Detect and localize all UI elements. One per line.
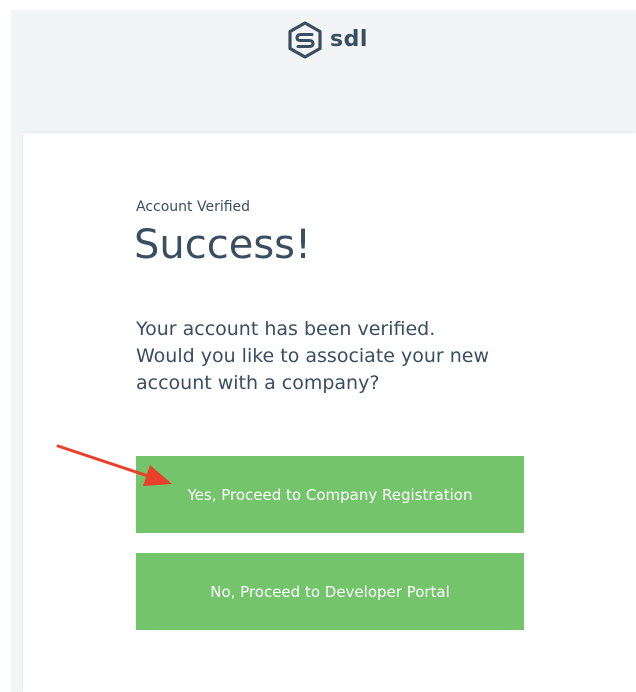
sdl-logo-text: sdl (330, 27, 368, 52)
sdl-logo[interactable]: sdl (286, 21, 368, 59)
verification-page: sdl Account Verified Success! Your accou… (0, 0, 636, 692)
proceed-developer-portal-button[interactable]: No, Proceed to Developer Portal (136, 553, 524, 630)
proceed-company-registration-button[interactable]: Yes, Proceed to Company Registration (136, 456, 524, 533)
message-line: Would you like to associate your new (136, 345, 490, 367)
sdl-logo-icon (286, 21, 324, 59)
message-line: account with a company? (136, 372, 380, 394)
message-line: Your account has been verified. (136, 318, 436, 340)
verification-message: Your account has been verified. Would yo… (136, 316, 536, 397)
page-title: Success! (134, 222, 312, 268)
account-verified-label: Account Verified (136, 199, 251, 215)
